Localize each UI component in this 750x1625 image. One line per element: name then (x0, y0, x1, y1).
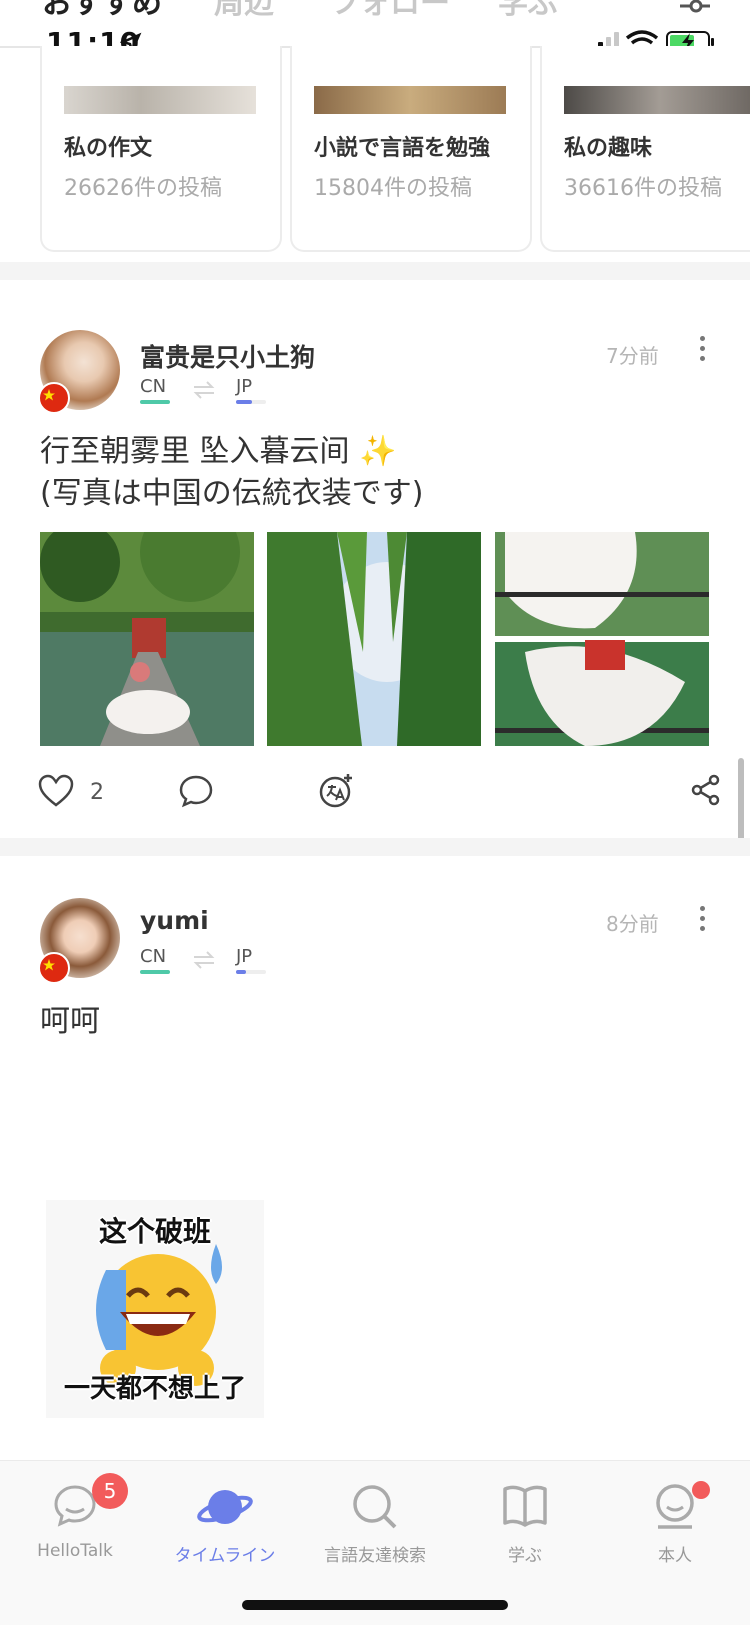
username[interactable]: yumi (140, 906, 209, 935)
nav-label: 言語友達検索 (324, 1546, 426, 1566)
topic-post-count: 26626件の投稿 (64, 176, 222, 201)
topic-card[interactable]: 小説で言語を勉強 15804件の投稿 (290, 46, 532, 252)
comment-icon (179, 775, 213, 808)
learning-level-fill (236, 400, 252, 404)
nav-label: HelloTalk (37, 1541, 113, 1561)
post-photo[interactable] (495, 532, 709, 746)
section-divider (0, 838, 750, 856)
learning-level-fill (236, 970, 246, 974)
home-indicator (242, 1600, 508, 1610)
nav-label: タイムライン (174, 1546, 276, 1566)
translate-icon (319, 774, 352, 808)
learning-language: JP (236, 946, 253, 967)
tab-nearby[interactable]: 周辺 (214, 0, 274, 22)
post-time: 8分前 (606, 912, 659, 936)
post-photo[interactable] (40, 532, 254, 746)
topic-title: 私の作文 (64, 136, 153, 161)
topic-thumbnail (64, 86, 256, 114)
search-icon (353, 1485, 397, 1529)
exchange-arrows-icon (193, 381, 215, 399)
filter-icon[interactable] (678, 0, 712, 22)
exchange-arrows-icon (193, 951, 215, 969)
post-text-line: 行至朝雾里 坠入暮云间 ✨ (40, 434, 397, 469)
translate-button[interactable] (318, 772, 356, 814)
topic-card[interactable]: 私の作文 26626件の投稿 (40, 46, 282, 252)
nav-label: 学ぶ (508, 1546, 542, 1566)
topic-title: 小説で言語を勉強 (314, 136, 491, 161)
learning-language: JP (236, 376, 253, 397)
nav-profile[interactable]: 本人 (600, 1461, 750, 1625)
section-divider (0, 262, 750, 280)
post-text-line: 呵呵 (40, 1004, 100, 1039)
native-language-bar (140, 400, 170, 404)
topic-post-count: 15804件の投稿 (314, 176, 472, 201)
nav-label: 本人 (658, 1546, 692, 1566)
more-options-icon[interactable] (700, 336, 706, 366)
like-button[interactable] (38, 774, 74, 812)
comment-button[interactable] (178, 774, 214, 812)
topic-title: 私の趣味 (564, 136, 653, 161)
china-flag-icon (38, 952, 70, 984)
native-language: CN (140, 946, 167, 967)
book-icon (503, 1485, 547, 1527)
like-count: 2 (90, 780, 104, 805)
share-button[interactable] (690, 774, 722, 810)
topic-thumbnail (314, 86, 506, 114)
topic-post-count: 36616件の投稿 (564, 176, 722, 201)
post-text-line: (写真は中国の伝統衣装です) (40, 476, 424, 511)
username[interactable]: 富贵是只小土狗 (140, 338, 315, 374)
planet-icon (197, 1490, 253, 1524)
unread-badge: 5 (92, 1473, 128, 1509)
sticker-image[interactable]: 这个破班 一天都不想上了 (46, 1200, 264, 1418)
post-time: 7分前 (606, 344, 659, 368)
china-flag-icon (38, 382, 70, 414)
topic-thumbnail (564, 86, 750, 114)
topic-card[interactable]: 私の趣味 36616件の投稿 (540, 46, 750, 252)
share-icon (691, 774, 720, 806)
post-photo[interactable] (267, 532, 481, 746)
scrollbar[interactable] (738, 758, 744, 842)
more-options-icon[interactable] (700, 906, 706, 936)
sticker-caption-top: 这个破班 (98, 1215, 211, 1248)
tab-recommended[interactable]: おすすめ (42, 0, 162, 22)
native-language-bar (140, 970, 170, 974)
sticker-caption-bottom: 一天都不想上了 (63, 1374, 246, 1404)
notification-dot (692, 1481, 710, 1499)
heart-icon (38, 774, 74, 807)
tab-learn[interactable]: 学ぶ (498, 0, 558, 22)
nav-hellotalk[interactable]: 5 HelloTalk (0, 1461, 150, 1625)
native-language: CN (140, 376, 167, 397)
tab-follow[interactable]: フォロー (330, 0, 450, 22)
